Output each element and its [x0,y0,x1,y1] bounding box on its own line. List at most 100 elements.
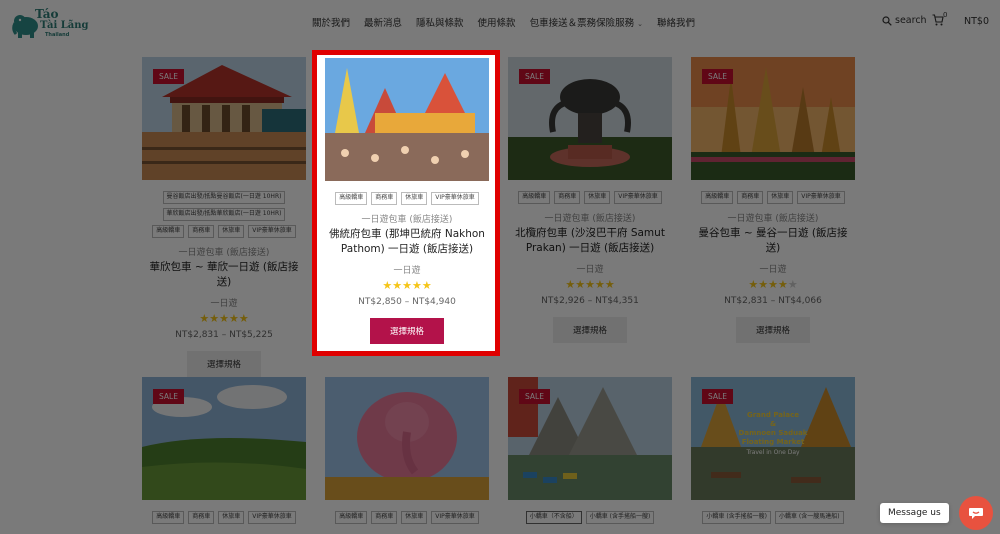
product-image[interactable] [325,377,489,500]
rating-stars: ★★★★★ [325,278,489,292]
temple-festival-photo [325,58,489,181]
nav-item-services-label: 包車接送＆票務保險服務 [529,18,635,29]
variant-tag: 休旅車 [401,192,428,205]
logo-text-primary: Táo [35,7,59,21]
variant-tag: VIP豪華休旅車 [431,192,479,205]
product-subtitle: 一日遊 [210,298,238,309]
poster-line: Travel in One Day [745,449,800,456]
variant-tag: VIP豪華休旅車 [248,224,296,238]
product-category[interactable]: 一日遊包車 (飯店接送) [691,211,855,224]
nav-item-services[interactable]: 包車接送＆票務保險服務 ⌄ [530,15,643,29]
variant-tags: 高級轎車 商務車 休旅車 VIP豪華休旅車 [325,192,489,205]
product-subtitle: 一日遊 [759,264,787,275]
star-icon: ★ [585,277,595,291]
select-options-button[interactable]: 選擇規格 [186,350,261,377]
nav-item-news[interactable]: 最新消息 [364,15,402,29]
product-price: NT$2,831 – NT$4,066 [724,295,822,306]
nav-item-contact[interactable]: 聯絡我們 [657,15,695,29]
star-icon: ★ [199,311,210,325]
product-category[interactable]: 一日遊包車 (飯店接送) [142,245,306,258]
chevron-down-icon: ⌄ [637,20,643,28]
variant-tag: VIP豪華休旅車 [248,511,296,524]
sale-badge: SALE [153,69,184,84]
variant-tag: 商務車 [737,191,764,204]
product-subtitle: 一日遊 [576,264,604,275]
variant-tag: 小轎車 (含手搖船一艘) [585,511,655,524]
product-card[interactable]: SALE 高級轎車 商務車 休旅車 VIP豪華休旅車 [142,377,306,524]
variant-tag: 高級轎車 [701,191,734,204]
poster-line: Floating Market [742,438,805,446]
product-category[interactable]: 一日遊包車 (飯店接送) [325,212,489,225]
highlight-frame: 高級轎車 商務車 休旅車 VIP豪華休旅車 一日遊包車 (飯店接送) 佛統府包車… [312,50,500,356]
header-search[interactable]: search [882,15,927,26]
variant-tag: 商務車 [371,511,398,524]
pink-ganesha-photo [325,377,489,500]
message-us-label[interactable]: Message us [880,503,949,523]
variant-tag: 高級轎車 [518,191,551,204]
product-title[interactable]: 北欖府包車 (沙沒巴干府 Samut Prakan) 一日遊 (飯店接送) [508,226,672,256]
product-image[interactable]: Grand Palace & Damnoen Saduak Floating M… [691,377,855,500]
product-card[interactable]: SALE 曼谷飯店出發/抵點曼谷飯店(一日遊 10HR) 華欣飯店出發/抵點華欣… [142,57,306,377]
product-image[interactable]: SALE [691,57,855,180]
variant-tag: 小轎車 (含手搖船一艘) [702,511,771,524]
star-icon: ★ [604,277,615,291]
variant-tag: 休旅車 [767,191,794,204]
star-icon: ★ [777,277,788,291]
product-image[interactable]: SALE [142,377,306,500]
variant-tags: 小轎車 (含手搖船一艘) 小轎車 (含一艘馬達船) [691,511,855,524]
variant-tags: 曼谷飯店出發/抵點曼谷飯店(一日遊 10HR) 華欣飯店出發/抵點華欣飯店(一日… [142,191,306,238]
product-card[interactable]: Grand Palace & Damnoen Saduak Floating M… [691,377,855,524]
product-category[interactable]: 一日遊包車 (飯店接送) [508,211,672,224]
product-card[interactable]: SALE 小轎車（不含船） 小轎車 (含手搖船一艘) [508,377,672,524]
sale-badge: SALE [702,389,733,404]
star-icon: ★ [382,278,393,292]
star-icon: ★ [209,311,220,325]
variant-tag: 商務車 [554,191,581,204]
chat-button[interactable] [959,496,993,530]
cart-count: 0 [943,11,948,19]
variant-tag: VIP豪華休旅車 [431,511,479,524]
product-price: NT$2,850 – NT$4,940 [358,296,456,307]
rating-stars: ★★★★★ [142,311,306,325]
nav-item-about[interactable]: 關於我們 [312,15,350,29]
variant-tags: 高級轎車 商務車 休旅車 VIP豪華休旅車 [691,191,855,204]
main-nav: 關於我們 最新消息 隱私與條款 使用條款 包車接送＆票務保險服務 ⌄ 聯絡我們 [312,15,695,29]
page: Táo Tài Lãng Thailand 關於我們 最新消息 隱私與條款 使用… [0,0,1000,534]
product-image[interactable]: SALE [142,57,306,180]
product-title[interactable]: 佛統府包車 (那坤巴統府 Nakhon Pathom) 一日遊 (飯店接送) [325,227,489,257]
product-card[interactable]: SALE 高級轎車 商務車 休旅車 VIP豪華休旅車 一日遊包車 (飯店接送) … [691,57,855,343]
product-card[interactable]: 高級轎車 商務車 休旅車 VIP豪華休旅車 [325,377,489,524]
site-logo[interactable]: Táo Tài Lãng Thailand [11,6,89,42]
variant-tags: 高級轎車 商務車 休旅車 VIP豪華休旅車 [508,191,672,204]
product-image[interactable]: SALE [508,377,672,500]
star-icon: ★ [402,278,412,292]
variant-tag: 曼谷飯店出發/抵點曼谷飯店(一日遊 10HR) [162,191,286,204]
product-card-highlighted[interactable]: 高級轎車 商務車 休旅車 VIP豪華休旅車 一日遊包車 (飯店接送) 佛統府包車… [325,58,489,344]
product-title[interactable]: 曼谷包車 ~ 曼谷一日遊 (飯店接送) [691,226,855,256]
select-options-button[interactable]: 選擇規格 [369,317,444,344]
product-image[interactable] [325,58,489,181]
sale-badge: SALE [519,69,550,84]
star-icon: ★ [411,278,422,292]
product-title[interactable]: 華欣包車 ~ 華欣一日遊 (飯店接送) [142,260,306,290]
product-price: NT$2,831 – NT$5,225 [175,329,273,340]
select-options-button[interactable]: 選擇規格 [735,316,810,343]
variant-tag: 商務車 [188,224,215,238]
poster-line: Damnoen Saduak [739,429,808,437]
cart-total: NT$0 [964,16,989,27]
variant-tag: 小轎車（不含船） [525,511,582,524]
star-icon: ★ [565,277,576,291]
nav-item-privacy[interactable]: 隱私與條款 [416,15,464,29]
select-options-button[interactable]: 選擇規格 [552,316,627,343]
product-card[interactable]: SALE 高級轎車 商務車 休旅車 VIP豪華休旅車 一日遊包車 (飯店接送) … [508,57,672,343]
star-icon: ★ [392,278,403,292]
variant-tag: VIP豪華休旅車 [614,191,662,204]
variant-tag: 高級轎車 [335,192,368,205]
sale-badge: SALE [153,389,184,404]
header-cart[interactable]: 0 NT$0 [932,11,989,27]
star-icon: ★ [421,278,432,292]
product-image[interactable]: SALE [508,57,672,180]
variant-tags: 高級轎車 商務車 休旅車 VIP豪華休旅車 [325,511,489,524]
nav-item-terms[interactable]: 使用條款 [478,15,516,29]
logo-text-country: Thailand [45,32,70,38]
